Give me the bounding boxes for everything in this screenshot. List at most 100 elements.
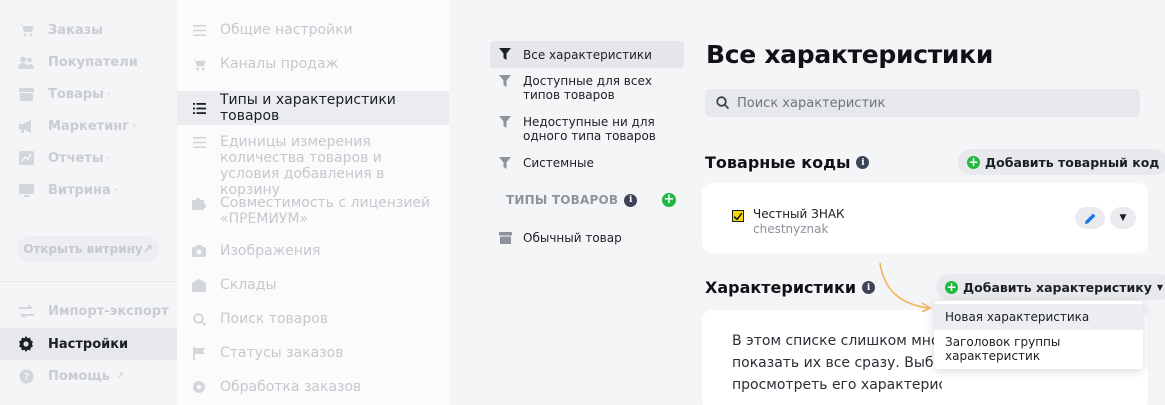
characteristics-notice: В этом списке слишком много х показать и…	[732, 330, 942, 396]
chevron-right-icon: ›	[106, 153, 111, 163]
filter-icon	[499, 47, 512, 63]
dropdown-item-label: Новая характеристика	[945, 310, 1090, 324]
settings-item-label: Единицы измерения количества товаров и у…	[220, 134, 385, 198]
product-type-regular[interactable]: Обычный товар	[490, 231, 684, 247]
settings-item-search[interactable]: Поиск товаров	[177, 311, 449, 327]
page-title: Все характеристики	[706, 40, 994, 69]
nav-item-marketing[interactable]: Маркетинг ›	[0, 110, 177, 142]
product-code-row: Честный ЗНАК chestnyznak	[732, 207, 845, 236]
nav-item-help[interactable]: ? Помощь ↗	[0, 360, 177, 392]
nav-label: Импорт-экспорт	[48, 303, 169, 319]
nav-label: Заказы	[48, 22, 103, 38]
chevron-right-icon: ›	[113, 185, 118, 195]
filter-available-all[interactable]: Доступные для всех типов товаров	[490, 74, 684, 102]
chevron-right-icon: ›	[106, 89, 111, 99]
chevron-right-icon: ›	[132, 121, 136, 131]
filter-label: Доступные для всех типов товаров	[523, 74, 652, 102]
edit-product-code-button[interactable]	[1075, 207, 1105, 229]
nav-item-storefront[interactable]: Витрина ›	[0, 174, 177, 206]
product-codes-title: Товарные коды	[705, 153, 851, 172]
settings-item-label: Изображения	[220, 243, 321, 259]
nav-label: Витрина	[48, 182, 111, 198]
swap-icon	[18, 303, 34, 319]
settings-item-product-types[interactable]: Типы и характеристики товаров	[177, 91, 449, 125]
filter-label: Системные	[523, 156, 594, 170]
annotation-arrow-icon	[879, 262, 932, 312]
info-icon[interactable]: i	[624, 193, 638, 207]
pencil-icon	[1084, 209, 1096, 228]
list-icon	[192, 134, 206, 150]
list-icon	[192, 100, 206, 116]
notice-line: В этом списке слишком много х	[732, 333, 942, 349]
external-link-icon: ↗	[142, 242, 153, 256]
product-types-heading-label: ТИПЫ ТОВАРОВ	[506, 193, 619, 207]
help-icon: ?	[18, 368, 34, 384]
box-icon	[499, 231, 512, 247]
nav-label: Маркетинг	[48, 118, 130, 134]
search-box[interactable]	[705, 89, 1140, 117]
product-types-heading: ТИПЫ ТОВАРОВ i	[506, 193, 638, 207]
settings-item-warehouses[interactable]: Склады	[177, 277, 449, 293]
box-icon	[18, 86, 34, 102]
settings-item-label: Общие настройки	[220, 22, 353, 38]
settings-item-label: Совместимость с лицензией «ПРЕМИУМ»	[220, 195, 431, 227]
external-link-icon: ↗	[115, 370, 125, 382]
filter-system[interactable]: Системные	[490, 156, 684, 172]
dropdown-item-new-characteristic[interactable]: Новая характеристика	[934, 304, 1143, 330]
puzzle-icon	[192, 195, 206, 211]
filter-unavailable[interactable]: Недоступные ни для одного типа товаров	[490, 115, 684, 143]
filter-icon	[499, 74, 512, 90]
settings-item-general[interactable]: Общие настройки	[177, 22, 449, 38]
add-product-code-button[interactable]: + Добавить товарный код	[958, 149, 1165, 175]
nav-item-orders[interactable]: Заказы	[0, 14, 177, 46]
nav-item-import-export[interactable]: Импорт-экспорт	[0, 295, 177, 327]
nav-item-settings[interactable]: Настройки	[0, 328, 177, 360]
chestny-znak-logo-icon	[732, 210, 744, 222]
list-icon	[192, 22, 206, 38]
nav-label: Помощь	[48, 368, 110, 384]
settings-item-order-statuses[interactable]: Статусы заказов	[177, 345, 449, 361]
settings-item-images[interactable]: Изображения	[177, 243, 449, 259]
nav-label: Отчеты	[48, 150, 104, 166]
notice-line: показать их все сразу. Выберит	[732, 355, 942, 371]
search-input[interactable]	[737, 95, 1117, 111]
product-codes-heading: Товарные коды i	[705, 153, 870, 172]
nav-divider	[0, 281, 177, 282]
filter-all[interactable]: Все характеристики	[490, 41, 684, 68]
settings-item-label: Склады	[220, 277, 277, 293]
plus-icon: +	[967, 155, 980, 169]
chart-icon	[18, 150, 34, 166]
add-product-type-button[interactable]: +	[662, 193, 676, 207]
nav-item-products[interactable]: Товары ›	[0, 78, 177, 110]
settings-item-sales-channels[interactable]: Каналы продаж	[177, 56, 449, 72]
add-characteristic-button[interactable]: + Добавить характеристику ▼	[936, 274, 1165, 300]
notice-line: просмотреть его характеристики.	[732, 377, 942, 393]
filter-label: Все характеристики	[523, 47, 652, 62]
users-icon	[18, 54, 34, 70]
cart-icon	[18, 22, 34, 38]
cog-icon	[192, 379, 206, 395]
nav-label: Покупатели	[48, 54, 138, 70]
camera-icon	[192, 243, 206, 259]
nav-item-reports[interactable]: Отчеты ›	[0, 142, 177, 174]
product-code-menu-button[interactable]: ▼	[1110, 207, 1136, 229]
settings-item-label: Каналы продаж	[220, 56, 339, 72]
settings-item-premium[interactable]: Совместимость с лицензией «ПРЕМИУМ»	[177, 195, 449, 227]
info-icon[interactable]: i	[856, 156, 870, 169]
add-product-code-label: Добавить товарный код	[985, 154, 1160, 170]
open-storefront-button[interactable]: Открыть витрину ↗	[17, 236, 159, 262]
dropdown-item-group-header[interactable]: Заголовок группы характеристик	[934, 335, 1084, 363]
dropdown-item-label: Заголовок группы характеристик	[945, 335, 1061, 363]
nav-label: Настройки	[48, 336, 129, 352]
nav-label: Товары	[48, 86, 104, 102]
search-icon	[716, 94, 730, 113]
add-characteristic-dropdown: Новая характеристика Заголовок группы ха…	[934, 301, 1143, 369]
plus-icon: +	[945, 280, 958, 294]
main-nav: Заказы Покупатели Товары › Маркетинг › О…	[0, 0, 177, 405]
characteristics-filter-panel: Все характеристики Доступные для всех ти…	[449, 0, 689, 405]
nav-item-customers[interactable]: Покупатели	[0, 46, 177, 78]
settings-item-units[interactable]: Единицы измерения количества товаров и у…	[177, 134, 449, 198]
settings-item-order-processing[interactable]: Обработка заказов	[177, 379, 449, 395]
settings-item-label: Типы и характеристики товаров	[220, 92, 396, 124]
settings-item-label: Обработка заказов	[220, 379, 362, 395]
